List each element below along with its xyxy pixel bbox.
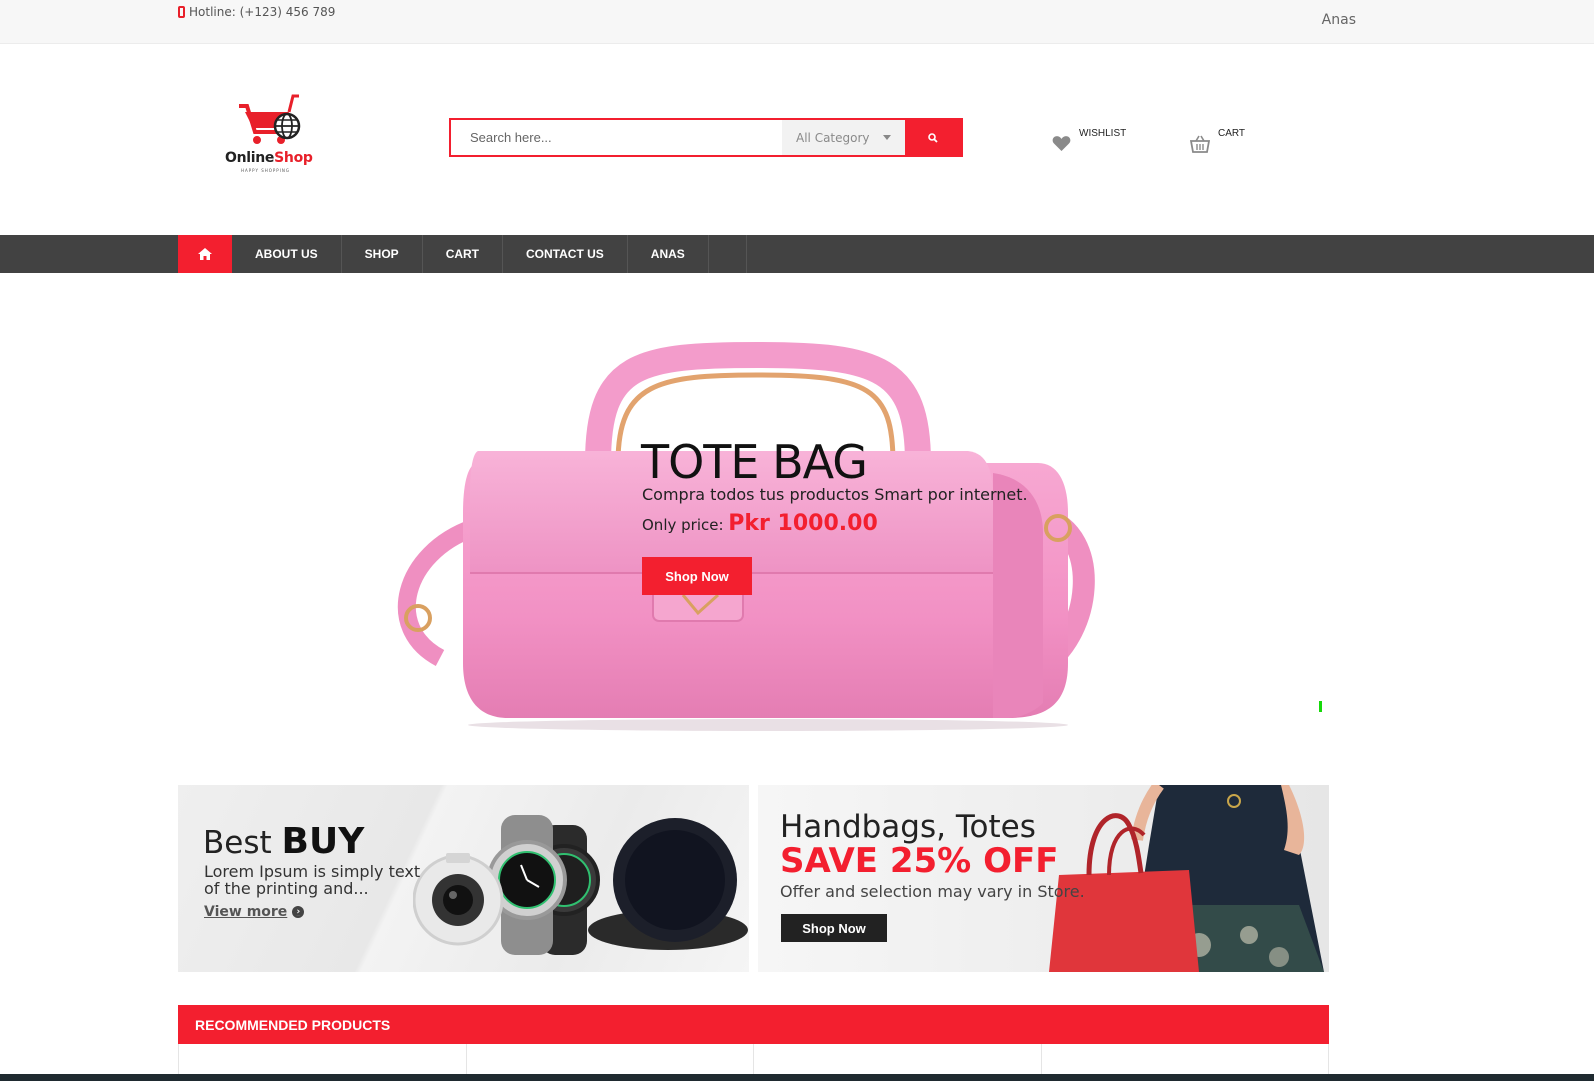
nav-item-contact-us[interactable]: CONTACT US <box>503 235 628 273</box>
main-nav: ABOUT US SHOP CART CONTACT US ANAS <box>0 235 1594 273</box>
view-more-link[interactable]: View more › <box>204 904 305 920</box>
hero-subtitle: Compra todos tus productos Smart por int… <box>642 485 1028 504</box>
caret-down-icon <box>883 135 891 140</box>
site-logo[interactable]: OnlineShop HAPPY SHOPPING <box>225 92 315 174</box>
nav-item-shop[interactable]: SHOP <box>342 235 423 273</box>
view-more-label: View more <box>204 904 288 920</box>
phone-icon <box>178 6 185 18</box>
heart-icon <box>1052 136 1071 151</box>
product-card[interactable] <box>1040 1044 1329 1074</box>
cart-label: CART <box>1218 128 1246 139</box>
logo-text-online: Online <box>225 150 275 166</box>
nav-item-about-us[interactable]: ABOUT US <box>232 235 342 273</box>
best-buy-title-light: Best <box>203 825 272 861</box>
best-buy-description: Lorem Ipsum is simply text of the printi… <box>204 862 421 898</box>
banner-handbags[interactable]: Handbags, Totes SAVE 25% OFF Offer and s… <box>758 785 1329 972</box>
recommended-products-header: RECOMMENDED PRODUCTS <box>178 1005 1329 1044</box>
top-bar: Hotline: (+123) 456 789 Anas <box>0 0 1594 44</box>
logo-text: OnlineShop <box>225 150 313 166</box>
hero-shop-now-button[interactable]: Shop Now <box>642 557 752 595</box>
best-buy-title-bold: BUY <box>281 821 365 862</box>
banner-best-buy[interactable]: Best BUY Lorem Ipsum is simply text of t… <box>178 785 749 972</box>
product-card[interactable] <box>178 1044 466 1074</box>
search-icon <box>928 132 938 143</box>
product-card[interactable] <box>753 1044 1041 1074</box>
search-button[interactable] <box>905 120 961 155</box>
handbags-title: Handbags, Totes <box>780 809 1036 845</box>
best-buy-title: Best BUY <box>203 821 364 862</box>
search-bar: All Category <box>449 118 963 157</box>
nav-item-cart[interactable]: CART <box>423 235 504 273</box>
arrow-right-circle-icon: › <box>292 906 305 918</box>
nav-home-button[interactable] <box>178 235 232 273</box>
hero-price: Only price: Pkr 1000.00 <box>642 511 878 536</box>
user-account-link[interactable]: Anas <box>1322 12 1356 28</box>
handbags-shop-now-button[interactable]: Shop Now <box>781 914 887 942</box>
hero-price-label: Only price: <box>642 516 724 534</box>
logo-tagline: HAPPY SHOPPING <box>241 168 290 173</box>
nav-divider <box>709 235 747 273</box>
footer-edge <box>0 1074 1594 1081</box>
product-card[interactable] <box>465 1044 754 1074</box>
wishlist-link[interactable]: WISHLIST <box>1052 128 1126 152</box>
hero-price-amount: Pkr 1000.00 <box>728 511 878 536</box>
nav-item-anas[interactable]: ANAS <box>628 235 709 273</box>
category-select[interactable]: All Category <box>782 120 905 155</box>
home-icon <box>198 248 212 260</box>
search-input[interactable] <box>451 120 782 155</box>
cart-globe-logo-icon <box>239 94 301 144</box>
product-grid <box>178 1044 1329 1074</box>
hero-slider: TOTE BAG Compra todos tus productos Smar… <box>178 273 1329 773</box>
offer-description: Offer and selection may vary in Store. <box>780 882 1085 901</box>
woman-red-handbag-image <box>1049 785 1324 972</box>
gadgets-image <box>413 815 748 955</box>
category-select-value: All Category <box>796 130 870 145</box>
hotline-text: Hotline: (+123) 456 789 <box>189 5 336 19</box>
logo-text-shop: Shop <box>274 150 313 166</box>
basket-icon <box>1190 135 1210 153</box>
slider-indicator[interactable] <box>1319 701 1322 712</box>
cart-link[interactable]: CART <box>1190 128 1245 153</box>
hero-title: TOTE BAG <box>641 435 868 489</box>
wishlist-label: WISHLIST <box>1079 128 1127 139</box>
sale-text: SAVE 25% OFF <box>780 841 1059 881</box>
hotline: Hotline: (+123) 456 789 <box>178 5 335 19</box>
